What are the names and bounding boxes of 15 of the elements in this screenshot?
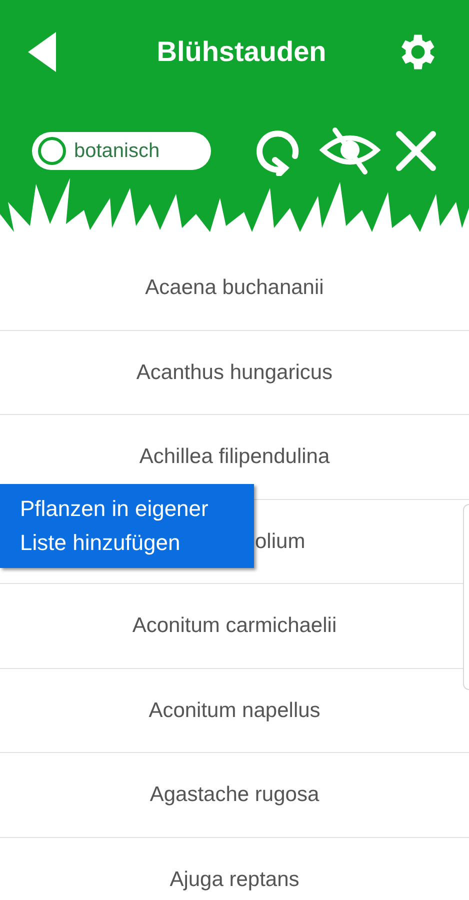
screen-title: Blühstauden: [156, 35, 326, 69]
plant-name[interactable]: Ajuga reptans: [170, 864, 300, 895]
plant-name[interactable]: Acanthus hungaricus: [136, 356, 333, 388]
tooltip: Pflanzen in eigener Liste hinzufügen: [0, 484, 254, 568]
plant-name[interactable]: Agastache rugosa: [150, 779, 320, 810]
plant-name[interactable]: Acaena buchananii: [145, 272, 324, 304]
plant-name[interactable]: Aconitum napellus: [148, 694, 320, 726]
back-arrow-icon: [28, 32, 58, 72]
plant-name[interactable]: Achillea filipendulina: [139, 441, 330, 472]
close-icon[interactable]: [395, 130, 437, 172]
plant-name[interactable]: olium: [255, 526, 306, 557]
back-button[interactable]: [28, 32, 58, 72]
botanical-toggle[interactable]: botanisch: [32, 132, 211, 170]
plant-name[interactable]: Aconitum carmichaelii: [132, 610, 337, 642]
hidden-eye-icon[interactable]: [319, 126, 381, 176]
